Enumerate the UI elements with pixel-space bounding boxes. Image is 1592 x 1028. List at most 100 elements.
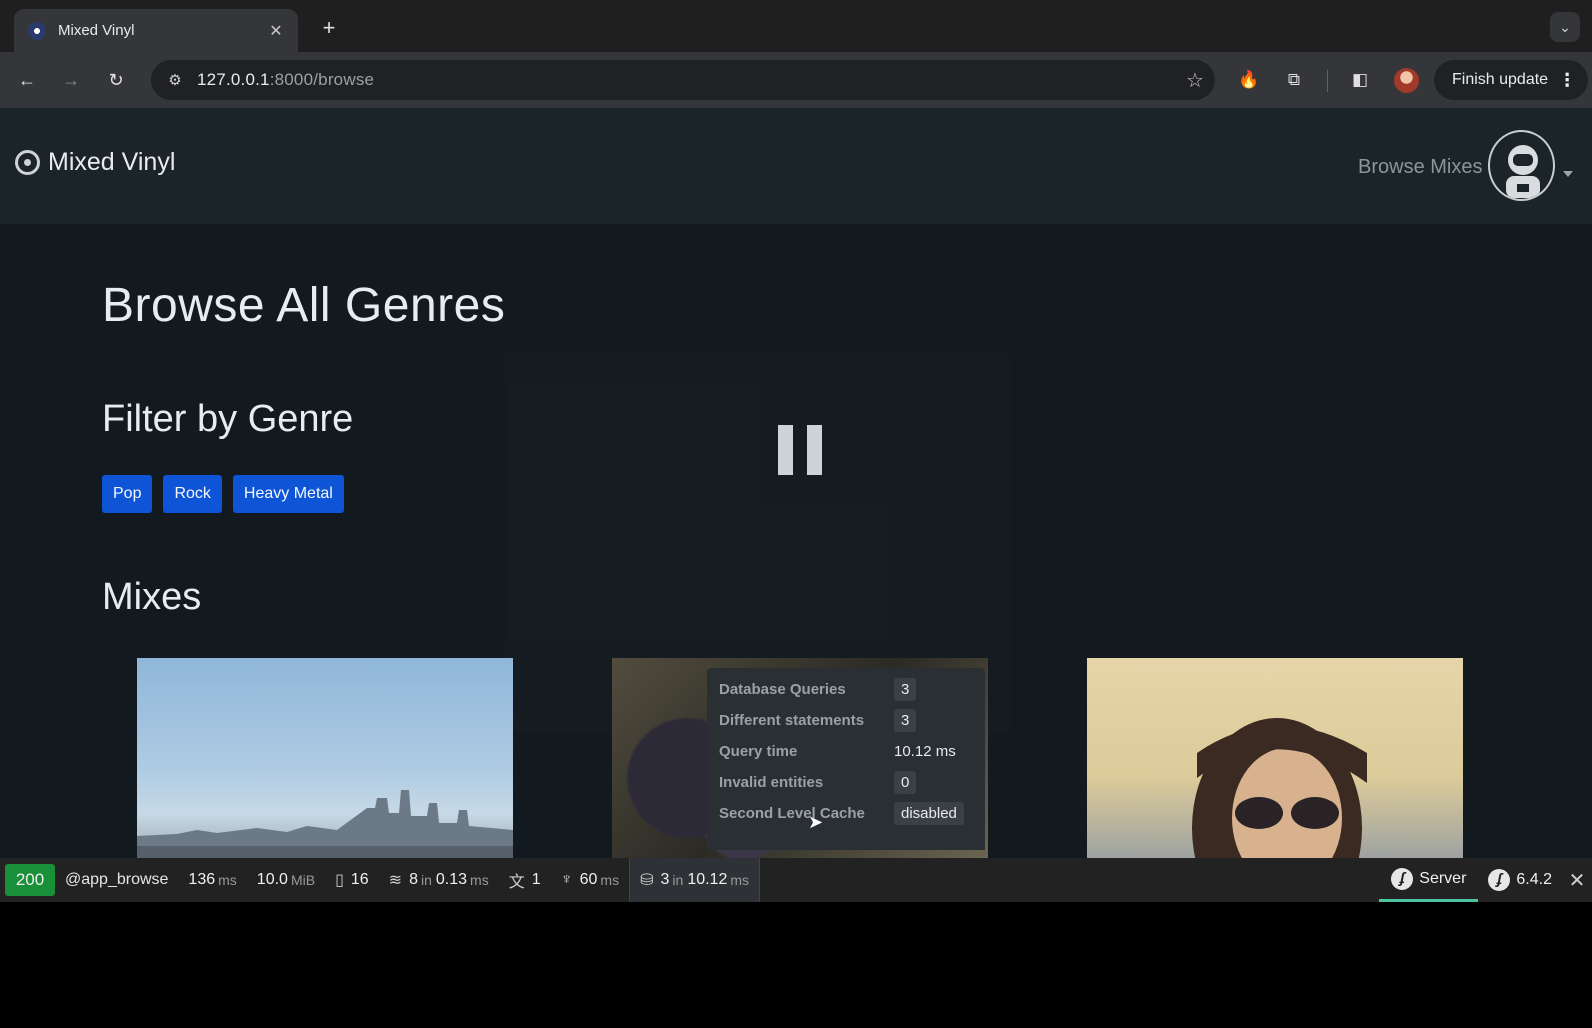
panel-value: 3 [894, 709, 917, 732]
panel-row: Database Queries 3 [719, 674, 973, 705]
panel-label: Different statements [719, 712, 865, 729]
time-unit: ms [218, 872, 237, 888]
genre-button-rock[interactable]: Rock [163, 475, 222, 513]
panel-row: Second Level Cache disabled [719, 798, 973, 829]
brand-link[interactable]: Mixed Vinyl [15, 148, 175, 177]
panel-label: Query time [719, 743, 798, 760]
tab-close-icon[interactable]: ✕ [266, 21, 286, 41]
address-bar[interactable]: ⚙ 127.0.0.1:8000/browse ☆ [151, 60, 1215, 100]
url-host: 127.0.0.1 [197, 70, 270, 89]
extensions-puzzle-icon[interactable]: ⧉ [1280, 66, 1308, 94]
request-time[interactable]: 136 ms [178, 858, 246, 902]
time-value: 136 [188, 871, 216, 888]
vinyl-favicon-icon [28, 21, 46, 40]
panel-row: Invalid entities 0 [719, 767, 973, 798]
page-title: Browse All Genres [102, 279, 506, 332]
page-content: Mixed Vinyl Browse Mixes Browse All Genr… [0, 108, 1592, 858]
back-arrow-icon[interactable]: ← [13, 66, 41, 94]
pause-icon[interactable] [778, 425, 822, 475]
flame-extension-icon[interactable]: 🔥 [1235, 66, 1263, 94]
browser-tab-bar: Mixed Vinyl ✕ + ⌄ [0, 0, 1592, 52]
astronaut-avatar-icon[interactable] [1488, 130, 1555, 201]
forward-arrow-icon[interactable]: → [57, 66, 85, 94]
cache-count: 8 [409, 871, 418, 888]
profile-avatar-icon[interactable] [1394, 68, 1419, 93]
db-time: 10.12 [687, 871, 728, 888]
browse-mixes-link[interactable]: Browse Mixes [1358, 156, 1482, 179]
panel-value: 10.12 ms [894, 743, 956, 760]
site-navbar: Mixed Vinyl Browse Mixes [0, 108, 1592, 224]
genre-button-heavy-metal[interactable]: Heavy Metal [232, 475, 344, 513]
doctrine-panel[interactable]: ⛁ 3 in 10.12 ms [629, 858, 761, 902]
genre-filter-buttons: Pop Rock Heavy Metal [102, 475, 344, 513]
browser-toolbar: ← → ↻ ⚙ 127.0.0.1:8000/browse ☆ 🔥 ⧉ ◧ Fi… [0, 52, 1592, 108]
mouse-cursor-icon: ➤ [808, 812, 824, 832]
reload-icon[interactable]: ↻ [102, 66, 130, 94]
server-panel[interactable]: ʄ Server [1379, 858, 1479, 902]
cache-panel[interactable]: ≋ 8 in 0.13 ms [379, 858, 499, 902]
site-info-icon[interactable]: ⚙ [155, 71, 195, 89]
memory-unit: MiB [290, 872, 316, 888]
translation-icon: 文 [508, 874, 525, 891]
twig-unit: ms [600, 872, 620, 888]
symfony-debug-toolbar: 200 @app_browse 136 ms 10.0 MiB ▯ 16 ≋ 8 in 0.… [0, 858, 1592, 902]
mix-card-image[interactable] [137, 658, 513, 858]
cache-layers-icon: ≋ [388, 872, 403, 889]
memory-usage[interactable]: 10.0 MiB [247, 858, 325, 902]
panel-value: 3 [894, 678, 917, 701]
form-document-icon: ▯ [335, 872, 344, 889]
forms-panel[interactable]: ▯ 16 [325, 858, 379, 902]
forms-count: 16 [350, 871, 369, 888]
mix-card-image[interactable] [1087, 658, 1463, 858]
route-name[interactable]: @app_browse [55, 858, 178, 902]
symfony-version-panel[interactable]: ʄ 6.4.2 [1478, 858, 1562, 902]
new-tab-button[interactable]: + [315, 14, 343, 42]
side-panel-icon[interactable]: ◧ [1346, 66, 1374, 94]
bookmark-star-icon[interactable]: ☆ [1175, 68, 1215, 93]
genre-button-pop[interactable]: Pop [102, 475, 153, 513]
status-code-badge[interactable]: 200 [5, 864, 55, 896]
url-path: :8000/browse [269, 70, 375, 89]
panel-value: disabled [894, 802, 964, 825]
server-label: Server [1419, 869, 1467, 887]
translation-count: 1 [531, 871, 541, 888]
symfony-version: 6.4.2 [1516, 871, 1552, 888]
browser-menu-icon[interactable]: ⋮ [1558, 70, 1576, 91]
panel-label: Database Queries [719, 681, 846, 698]
twig-time: 60 [579, 871, 598, 888]
symfony-logo-icon: ʄ [1488, 869, 1511, 891]
cache-unit: ms [470, 872, 489, 888]
panel-row: Different statements 3 [719, 705, 973, 736]
brand-name: Mixed Vinyl [48, 148, 176, 176]
panel-value: 0 [894, 771, 917, 794]
toolbar-close-icon[interactable]: ✕ [1562, 868, 1592, 893]
panel-row: Query time 10.12 ms [719, 736, 973, 767]
filter-heading: Filter by Genre [102, 398, 354, 440]
user-menu-caret-icon[interactable] [1563, 171, 1573, 177]
letterbox-area [0, 902, 1592, 1028]
toolbar-divider [1327, 70, 1328, 92]
db-in: in [672, 872, 684, 888]
cache-in: in [420, 872, 432, 888]
twig-sprout-icon: ♆ [560, 871, 573, 888]
panel-label: Invalid entities [719, 774, 824, 791]
panel-label: Second Level Cache [719, 805, 865, 822]
finish-update-label: Finish update [1452, 71, 1549, 88]
route-text: @app_browse [65, 871, 169, 888]
db-count: 3 [660, 871, 670, 888]
doctrine-info-panel: Database Queries 3 Different statements … [707, 668, 985, 850]
toolbar-right: ʄ Server ʄ 6.4.2 ✕ [1379, 858, 1592, 902]
tab-search-chevron-icon[interactable]: ⌄ [1550, 12, 1580, 42]
database-icon: ⛁ [640, 872, 654, 889]
browser-tab[interactable]: Mixed Vinyl ✕ [14, 9, 298, 52]
memory-value: 10.0 [256, 871, 288, 888]
symfony-logo-icon: ʄ [1391, 867, 1414, 890]
vinyl-record-icon [15, 150, 40, 175]
mixes-heading: Mixes [102, 576, 202, 618]
db-unit: ms [730, 872, 750, 888]
twig-panel[interactable]: ♆ 60 ms [551, 858, 629, 902]
translation-panel[interactable]: 文1 [499, 858, 551, 902]
tab-title: Mixed Vinyl [58, 22, 135, 39]
finish-update-button[interactable]: Finish update ⋮ [1434, 60, 1588, 100]
url-text[interactable]: 127.0.0.1:8000/browse [197, 70, 1175, 90]
